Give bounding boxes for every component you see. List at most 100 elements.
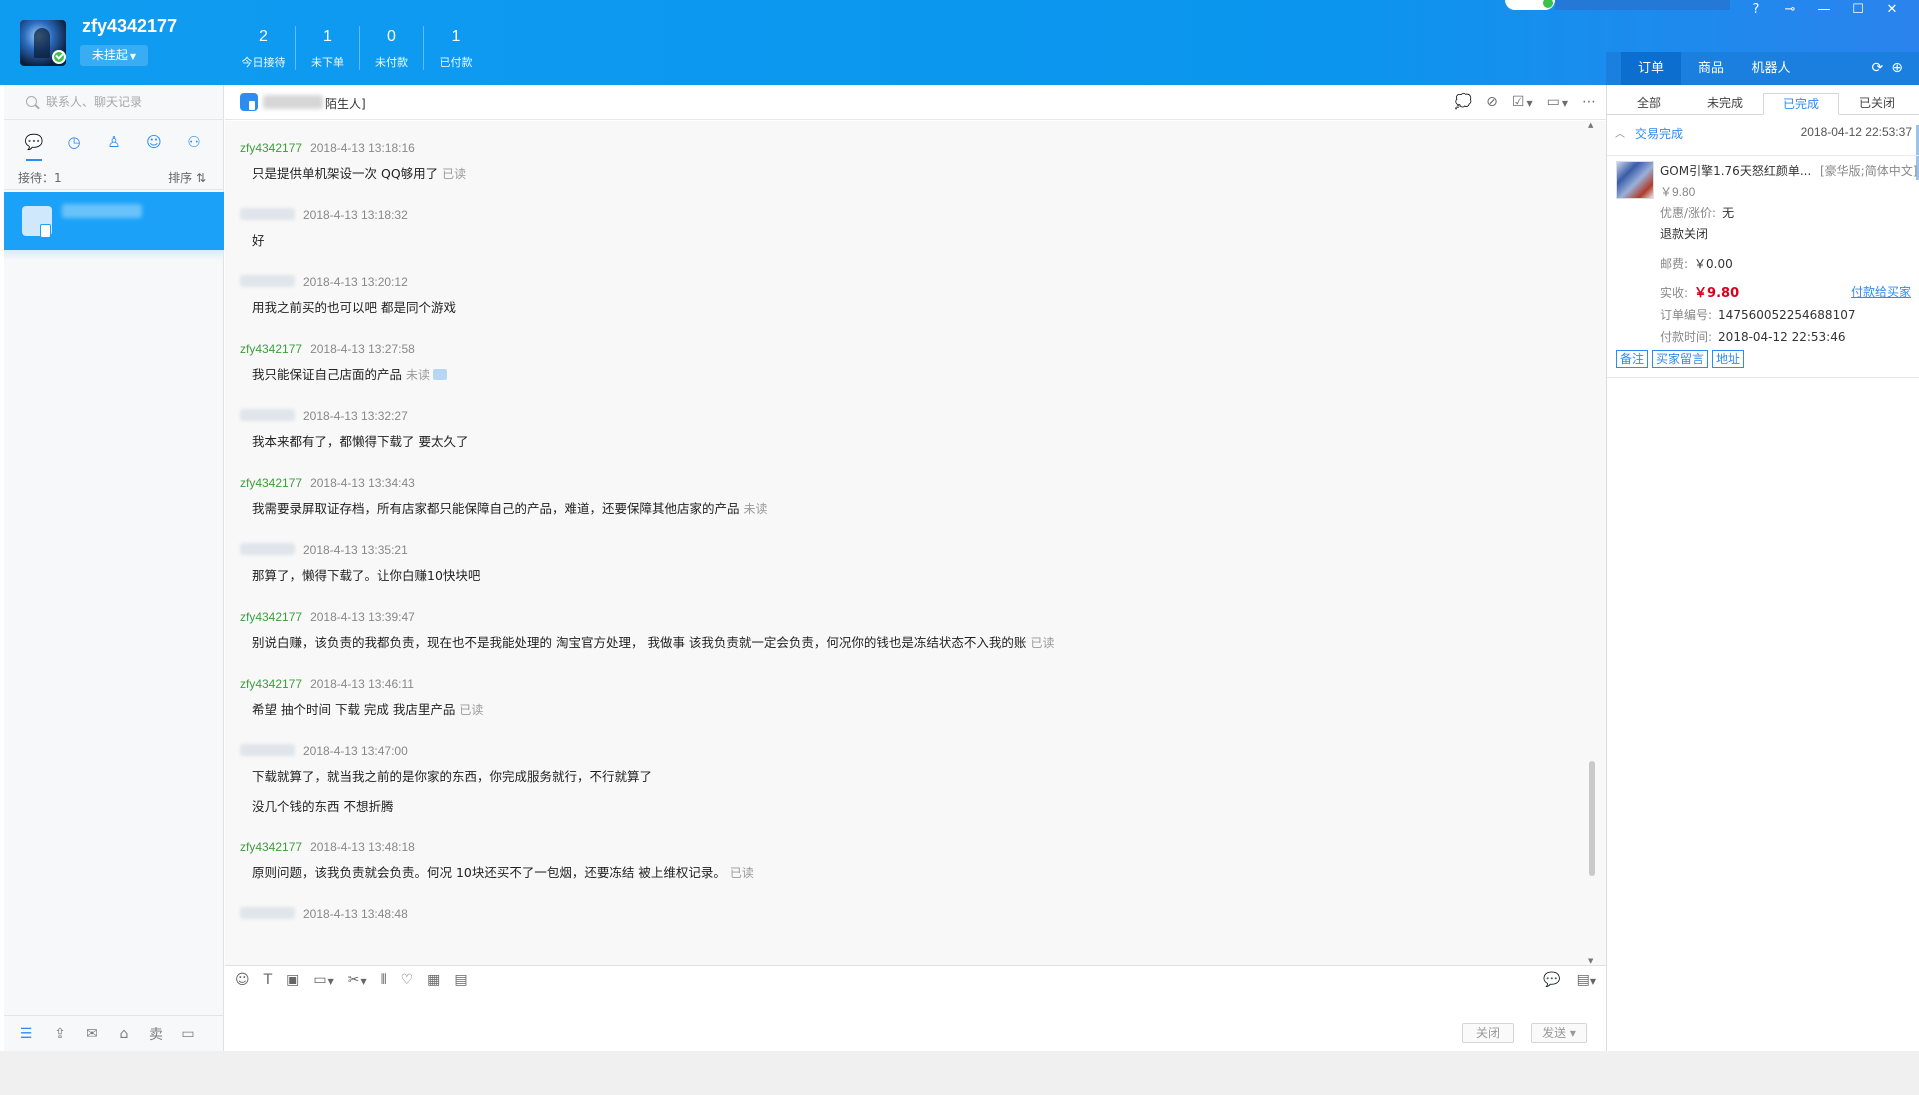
message-text: 没几个钱的东西 不想折腾 [252, 799, 394, 814]
image-icon[interactable]: ▣ [286, 972, 299, 988]
quick-reply-icon[interactable]: 💭 [1455, 94, 1472, 110]
message: 2018-4-13 13:35:21 那算了，懒得下载了。让你白赚10快块吧 [240, 543, 480, 584]
menu-icon[interactable]: ☰ [8, 1026, 44, 1042]
message-time: 2018-4-13 13:32:27 [303, 409, 408, 423]
divider [1607, 377, 1919, 378]
sender-name: zfy4342177 [240, 141, 303, 155]
pay-time-value: 2018-04-12 22:53:46 [1718, 330, 1846, 344]
search-input[interactable] [46, 93, 206, 111]
add-icon[interactable]: ⊕ [1891, 60, 1903, 76]
sender-name-blurred [240, 275, 295, 287]
shake-icon[interactable]: ⫴ [381, 972, 387, 988]
tab-all[interactable]: 全部 [1611, 93, 1687, 114]
chevron-up-icon[interactable]: ︿ [1615, 125, 1625, 140]
read-status: 已读 [1030, 636, 1055, 650]
close-button[interactable]: 关闭 [1462, 1023, 1514, 1043]
stat-today[interactable]: 2 今日接待 [232, 26, 296, 70]
chat-icon[interactable]: 💬 [19, 122, 49, 162]
product-title[interactable]: GOM引擎1.76天怒红颜单... [1660, 162, 1815, 179]
sidebar-nav: 💬 ◷ ♙ ☺ ⚇ [4, 122, 224, 162]
more-icon[interactable]: ⋯ [1582, 94, 1596, 110]
message-text: 用我之前买的也可以吧 都是同个游戏 [252, 300, 456, 315]
hang-status-button[interactable]: 未挂起 ▼ [80, 45, 148, 66]
stat-paid[interactable]: 1 已付款 [424, 26, 488, 70]
emoji-icon[interactable]: ☺ [235, 972, 250, 988]
org-icon[interactable]: ⚇ [179, 122, 209, 162]
group-icon[interactable]: ☺ [139, 122, 169, 162]
mobile-icon [240, 93, 258, 111]
gift-icon[interactable]: ▤ [454, 972, 467, 988]
window-icon[interactable]: ▭ [172, 1026, 204, 1042]
product-thumbnail[interactable] [1616, 161, 1654, 199]
message-time: 2018-4-13 13:34:43 [310, 476, 415, 490]
tab-incomplete[interactable]: 未完成 [1687, 93, 1763, 114]
tab-completed[interactable]: 已完成 [1763, 93, 1839, 115]
sort-button[interactable]: 排序 ⇅ [168, 169, 206, 186]
scissors-icon[interactable]: ✂▼ [348, 972, 367, 988]
mail-icon[interactable]: ✉ [76, 1026, 108, 1042]
note-button[interactable]: 备注 [1616, 350, 1649, 368]
message-meta: zfy4342177 2018-4-13 13:46:11 [240, 677, 483, 693]
folder-icon[interactable]: ▭▼ [313, 972, 333, 988]
sender-name-blurred [240, 409, 295, 421]
product-spec: [豪华版;简体中文] [1820, 164, 1918, 178]
share-icon[interactable]: ⇪ [44, 1026, 76, 1042]
order-panel: 全部 未完成 已完成 已关闭 ︿ 交易完成 2018-04-12 22:53:3… [1606, 85, 1919, 1051]
scroll-thumb[interactable] [1589, 761, 1595, 876]
postage-value: ￥0.00 [1694, 257, 1733, 271]
stat-unpaid[interactable]: 0 未付款 [360, 26, 424, 70]
buyer-message-button[interactable]: 买家留言 [1652, 350, 1709, 368]
sender-name-blurred [240, 208, 295, 220]
sender-name: zfy4342177 [240, 677, 303, 691]
refresh-icon[interactable]: ⟳ [1872, 60, 1884, 76]
address-button[interactable]: 地址 [1712, 350, 1745, 368]
order-no-value[interactable]: 147560052254688107 [1718, 308, 1855, 322]
tab-orders[interactable]: 订单 [1621, 52, 1681, 85]
chat-header: 陌生人] 💭 ⊘ ☑ ▼ ▭ ▼ ⋯ [225, 85, 1606, 120]
store-icon[interactable]: ⌂ [108, 1026, 140, 1042]
tab-products[interactable]: 商品 [1681, 52, 1741, 85]
contact-shadow [4, 250, 224, 260]
contact-item[interactable] [4, 192, 224, 250]
send-button[interactable]: 发送 ▾ [1531, 1023, 1587, 1043]
sell-icon[interactable]: 卖 [140, 1024, 172, 1044]
tab-closed[interactable]: 已关闭 [1839, 93, 1915, 114]
message-time: 2018-4-13 13:18:16 [310, 141, 415, 155]
minimize-icon[interactable]: — [1815, 2, 1833, 17]
scroll-down-icon[interactable]: ▼ [1588, 957, 1593, 965]
peer-tag: 陌生人] [325, 97, 366, 111]
message: zfy4342177 2018-4-13 13:18:16 只是提供单机架设一次 … [240, 141, 466, 182]
calculator-icon[interactable]: ▦ [427, 972, 440, 988]
task-icon[interactable]: ☑ ▼ [1512, 94, 1533, 110]
tab-robot[interactable]: 机器人 [1741, 52, 1801, 85]
pay-buyer-link[interactable]: 付款给买家 [1851, 283, 1911, 300]
font-icon[interactable]: T [264, 972, 273, 988]
message-meta: 2018-4-13 13:32:27 [240, 409, 468, 425]
order-status-row[interactable]: ︿ 交易完成 2018-04-12 22:53:37 [1607, 125, 1919, 143]
scroll-up-icon[interactable]: ▲ [1588, 121, 1593, 129]
sender-name-blurred [240, 543, 295, 555]
maximize-icon[interactable]: ☐ [1849, 2, 1867, 17]
message-time: 2018-4-13 13:46:11 [310, 677, 414, 691]
history-icon[interactable]: ▤▼ [1577, 972, 1596, 988]
discount-label: 优惠/涨价: [1660, 206, 1717, 220]
close-icon[interactable]: ✕ [1883, 2, 1901, 17]
help-icon[interactable]: ? [1747, 2, 1765, 17]
message-text: 我本来都有了，都懒得下载了 要太久了 [252, 434, 469, 449]
message-time: 2018-4-13 13:20:12 [303, 275, 408, 289]
video-icon[interactable]: ▭ ▼ [1547, 94, 1568, 110]
quick-phrase-icon[interactable]: 💬 [1543, 972, 1560, 988]
message-input[interactable] [225, 995, 1606, 1095]
clock-icon[interactable]: ◷ [59, 122, 89, 162]
pin-icon[interactable]: ⊸ [1781, 2, 1799, 17]
compose-tools-right: 💬 ▤▼ [1543, 972, 1596, 988]
stat-label: 未付款 [375, 56, 408, 69]
paid-value: ￥9.80 [1694, 286, 1740, 301]
username: zfy4342177 [82, 16, 178, 36]
heart-icon[interactable]: ♡ [401, 972, 414, 988]
stat-value: 1 [323, 28, 332, 45]
transfer-icon[interactable]: ⊘ [1486, 94, 1498, 110]
message-scrollbar[interactable]: ▲ ▼ [1588, 121, 1596, 965]
stat-no-order[interactable]: 1 未下单 [296, 26, 360, 70]
person-icon[interactable]: ♙ [99, 122, 129, 162]
